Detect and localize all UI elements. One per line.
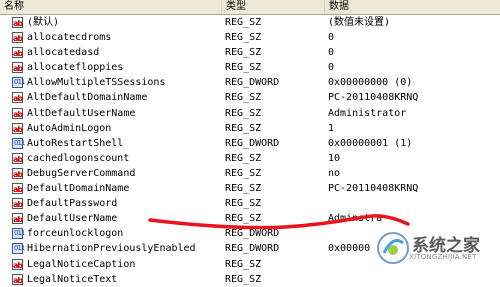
value-type: REG_SZ	[225, 273, 262, 285]
watermark-emblem-icon	[377, 232, 409, 264]
watermark-url: XITONGZHIJIA.NET	[409, 253, 477, 261]
value-name: LegalNoticeText	[27, 273, 118, 285]
value-data	[328, 272, 500, 287]
watermark-logo: 系统之家 XITONGZHIJIA.NET	[376, 227, 496, 269]
string-value-icon: ab	[12, 273, 23, 285]
value-name-cell: ab LegalNoticeText	[0, 272, 218, 287]
registry-value-row[interactable]: ab LegalNoticeText REG_SZ	[0, 272, 500, 287]
